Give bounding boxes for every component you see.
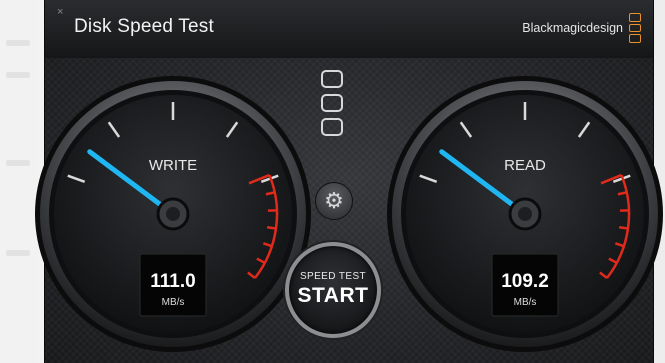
redline-tick	[266, 225, 277, 230]
background-row	[6, 160, 30, 166]
redline-tick	[618, 225, 629, 230]
write-gauge-label: WRITE	[149, 157, 197, 174]
target-slots	[319, 70, 349, 142]
read-gauge: READ 109.2 MB/s	[387, 76, 663, 352]
target-slot-icon[interactable]	[321, 94, 343, 112]
write-unit: MB/s	[162, 297, 185, 308]
brand-logo-text: Blackmagicdesign	[522, 21, 623, 35]
background-row	[6, 40, 30, 46]
close-icon[interactable]: ×	[57, 7, 63, 18]
write-value: 111.0	[150, 271, 195, 292]
background-row	[6, 250, 30, 256]
read-gauge-label: READ	[504, 157, 546, 174]
brand-logo-icon	[629, 13, 641, 44]
settings-button[interactable]: ⚙	[315, 182, 353, 220]
read-value: 109.2	[501, 271, 549, 292]
title-bar[interactable]: × Disk Speed Test Blackmagicdesign	[45, 0, 653, 59]
target-slot-icon[interactable]	[321, 118, 343, 136]
window-title: Disk Speed Test	[74, 16, 214, 37]
background-row	[6, 72, 30, 78]
target-slot-icon[interactable]	[321, 70, 343, 88]
start-button-caption: SPEED TEST	[299, 271, 367, 282]
gear-icon: ⚙	[324, 188, 344, 213]
start-button[interactable]: SPEED TEST START	[285, 242, 381, 338]
read-unit: MB/s	[514, 297, 537, 308]
disk-speed-test-window: × Disk Speed Test Blackmagicdesign WRITE…	[35, 0, 663, 363]
start-button-label: START	[297, 284, 369, 307]
write-gauge: WRITE 111.0 MB/s	[35, 76, 311, 352]
